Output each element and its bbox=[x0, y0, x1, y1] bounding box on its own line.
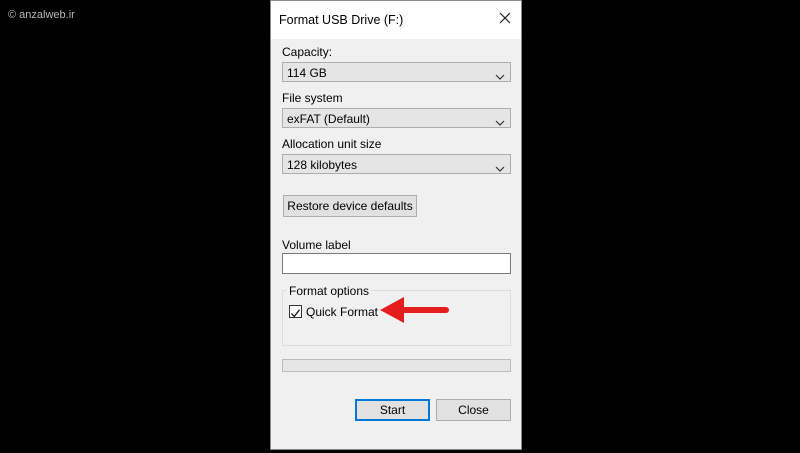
close-icon[interactable] bbox=[497, 10, 513, 26]
volume-label-label: Volume label bbox=[282, 238, 351, 252]
allocation-label: Allocation unit size bbox=[282, 137, 382, 151]
annotation-arrow-icon bbox=[380, 297, 449, 323]
format-options-title: Format options bbox=[287, 284, 372, 298]
capacity-select[interactable]: 114 GB bbox=[282, 62, 511, 82]
title-bar: Format USB Drive (F:) bbox=[271, 1, 521, 39]
file-system-value: exFAT (Default) bbox=[287, 112, 370, 126]
capacity-value: 114 GB bbox=[287, 66, 327, 80]
chevron-down-icon bbox=[495, 114, 505, 126]
close-button[interactable]: Close bbox=[436, 399, 511, 421]
restore-defaults-button[interactable]: Restore device defaults bbox=[283, 195, 417, 217]
format-dialog: Format USB Drive (F:) Capacity: 114 GB F… bbox=[270, 0, 522, 450]
volume-label-input[interactable] bbox=[282, 253, 511, 274]
watermark: © anzalweb.ir bbox=[8, 9, 75, 21]
allocation-select[interactable]: 128 kilobytes bbox=[282, 154, 511, 174]
allocation-value: 128 kilobytes bbox=[287, 158, 358, 172]
checkmark-icon bbox=[291, 309, 301, 318]
format-progress-bar bbox=[282, 359, 511, 372]
quick-format-checkbox[interactable] bbox=[289, 305, 302, 318]
start-button[interactable]: Start bbox=[355, 399, 430, 421]
dialog-title: Format USB Drive (F:) bbox=[279, 13, 404, 27]
quick-format-label: Quick Format bbox=[306, 305, 379, 319]
chevron-down-icon bbox=[495, 160, 505, 172]
file-system-label: File system bbox=[282, 91, 343, 105]
chevron-down-icon bbox=[495, 68, 505, 80]
capacity-label: Capacity: bbox=[282, 45, 333, 59]
file-system-select[interactable]: exFAT (Default) bbox=[282, 108, 511, 128]
